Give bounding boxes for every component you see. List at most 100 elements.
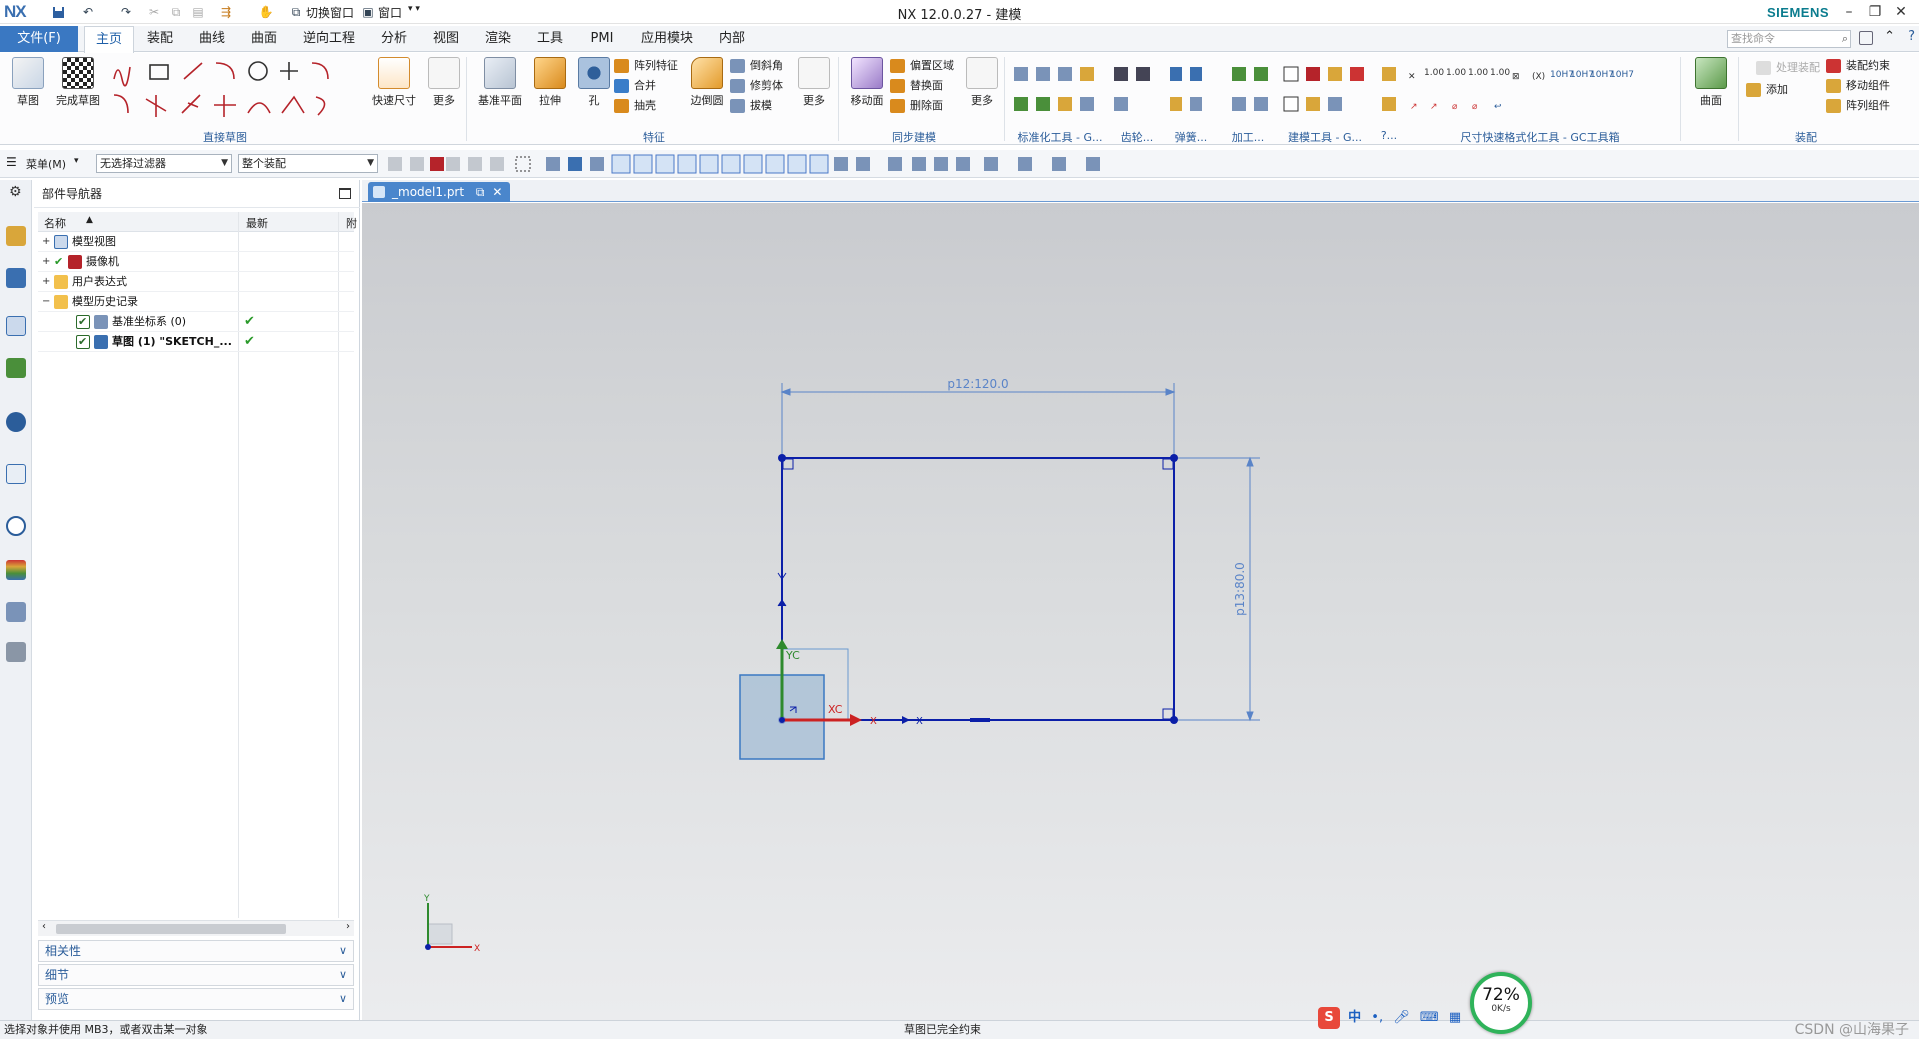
tab-reverse-engineering[interactable]: 逆向工程 xyxy=(296,26,362,52)
selection-scope-dropdown[interactable]: 整个装配 ▼ xyxy=(238,154,378,173)
repeat-command-icon[interactable]: ⇶ xyxy=(218,4,234,20)
panel-dependencies[interactable]: 相关性 ∨ xyxy=(38,940,354,962)
sort-up-icon[interactable]: ▲ xyxy=(86,215,93,225)
restore-icon[interactable]: ❐ xyxy=(1863,2,1887,22)
tab-curve[interactable]: 曲线 xyxy=(190,26,234,52)
document-tab[interactable]: _model1.prt ⧉ ✕ xyxy=(368,182,511,202)
microphone-icon[interactable]: 🎤︎ xyxy=(1393,1010,1410,1025)
keyboard-icon[interactable]: ⌨︎ xyxy=(1420,1010,1439,1025)
hd3d-tools-icon[interactable] xyxy=(6,412,26,432)
sketch-more-button[interactable]: 更多 xyxy=(424,57,464,108)
close-icon[interactable]: ✕ xyxy=(1889,2,1913,22)
assembly-constraint-button[interactable]: 装配约束 xyxy=(1826,57,1890,75)
checkbox[interactable]: ✔ xyxy=(76,315,90,329)
ime-toolbar[interactable]: S 中 •, 🎤︎ ⌨︎ ▦ xyxy=(1318,1006,1461,1034)
switch-window-icon[interactable]: ⧉ xyxy=(288,4,304,20)
part-navigator-icon[interactable] xyxy=(6,316,26,336)
shell-button[interactable]: 抽壳 xyxy=(614,97,656,115)
gc-toolbox-icons[interactable]: ✕ 1.00 1.00 1.00 1.00 ⊠ (X) 10H7 10H7 10H7 10H7 ↗… xyxy=(1010,63,1670,123)
datum-csys[interactable] xyxy=(739,639,862,760)
horizontal-scrollbar[interactable]: ‹ › xyxy=(38,920,354,936)
tab-tools[interactable]: 工具 xyxy=(528,26,572,52)
quick-access-dropdown-icon[interactable]: ▾ ▾ xyxy=(408,4,420,14)
tree-row-model-history[interactable]: − 模型历史记录 xyxy=(38,292,354,312)
replace-face-button[interactable]: 替换面 xyxy=(890,77,943,95)
chamfer-button[interactable]: 倒斜角 xyxy=(730,57,783,75)
pin-icon[interactable]: ⧉ xyxy=(476,185,485,199)
window-icon[interactable]: ▣ xyxy=(360,4,376,20)
column-header-latest[interactable]: 最新 xyxy=(246,215,268,231)
pattern-component-button[interactable]: 阵列组件 xyxy=(1826,97,1890,115)
tree-row-user-expressions[interactable]: + 用户表达式 xyxy=(38,272,354,292)
tab-application[interactable]: 应用模块 xyxy=(632,26,702,52)
panel-details[interactable]: 细节 ∨ xyxy=(38,964,354,986)
file-menu-button[interactable]: 文件(F) xyxy=(0,26,78,52)
tab-render[interactable]: 渲染 xyxy=(476,26,520,52)
reuse-library-icon[interactable] xyxy=(6,358,26,378)
quick-dimension-button[interactable]: 快速尺寸 xyxy=(364,57,424,108)
tree-row-sketch[interactable]: ✔ 草图 (1) "SKETCH_... ✔ xyxy=(38,332,354,352)
help-icon[interactable]: ? xyxy=(1908,29,1915,44)
collapse-ribbon-icon[interactable]: ⌃ xyxy=(1884,29,1895,44)
finish-sketch-button[interactable]: 完成草图 xyxy=(52,57,104,108)
tree-row-datum-csys[interactable]: ✔ 基准坐标系 (0) ✔ xyxy=(38,312,354,332)
close-tab-icon[interactable]: ✕ xyxy=(492,185,502,199)
tree-row-cameras[interactable]: + ✔ 摄像机 xyxy=(38,252,354,272)
save-icon[interactable] xyxy=(50,4,66,20)
datum-plane-button[interactable]: 基准平面 xyxy=(474,57,526,108)
add-component-button[interactable]: 添加 xyxy=(1746,81,1788,99)
window-menu-button[interactable]: 窗口 xyxy=(378,4,402,21)
feature-more-button[interactable]: 更多 xyxy=(794,57,834,108)
tab-home[interactable]: 主页 xyxy=(84,26,134,53)
roles-icon[interactable] xyxy=(6,642,26,662)
snap-and-selection-icons[interactable] xyxy=(386,154,1246,174)
surface-button[interactable]: 曲面 xyxy=(1688,57,1734,108)
menu-dropdown-icon[interactable]: ▾ xyxy=(74,156,79,166)
switch-window-button[interactable]: 切换窗口 xyxy=(306,4,354,21)
column-header-name[interactable]: 名称 xyxy=(44,215,66,231)
offset-region-button[interactable]: 偏置区域 xyxy=(890,57,954,75)
tab-internal[interactable]: 内部 xyxy=(710,26,754,52)
tree-row-model-views[interactable]: + 模型视图 xyxy=(38,232,354,252)
draft-button[interactable]: 拔模 xyxy=(730,97,772,115)
pattern-feature-button[interactable]: 阵列特征 xyxy=(614,57,678,75)
tab-pmi[interactable]: PMI xyxy=(580,26,624,52)
dimension-vertical-label[interactable]: p13:80.0 xyxy=(1233,562,1247,616)
history-icon[interactable] xyxy=(6,516,26,536)
command-search-input[interactable]: 查找命令 ⌕ xyxy=(1727,30,1851,48)
extrude-button[interactable]: 拉伸 xyxy=(528,57,572,108)
delete-face-button[interactable]: 删除面 xyxy=(890,97,943,115)
cut-icon[interactable]: ✂ xyxy=(146,4,162,20)
ime-language[interactable]: 中 xyxy=(1348,1010,1361,1025)
copy-icon[interactable]: ⧉ xyxy=(168,4,184,20)
sync-more-button[interactable]: 更多 xyxy=(962,57,1002,108)
scrollbar-thumb[interactable] xyxy=(56,924,286,934)
unite-button[interactable]: 合并 xyxy=(614,77,656,95)
view-triad[interactable] xyxy=(425,903,472,950)
sketch-canvas[interactable]: p12:120.0 p13:80.0 YC XC X X Y X xyxy=(362,203,1919,1020)
process-studio-icon[interactable] xyxy=(6,602,26,622)
graphics-window[interactable]: p12:120.0 p13:80.0 YC XC X X Y X xyxy=(362,203,1919,1020)
column-header-extra[interactable]: 附 xyxy=(346,215,357,231)
handle-assembly-button[interactable]: 处理装配 xyxy=(1756,59,1820,77)
tab-assembly[interactable]: 装配 xyxy=(138,26,182,52)
maximize-icon[interactable] xyxy=(339,188,351,199)
selection-filter-dropdown[interactable]: 无选择过滤器 ▼ xyxy=(96,154,232,173)
undo-icon[interactable]: ↶ xyxy=(80,4,96,20)
touch-mode-icon[interactable]: ✋ xyxy=(258,4,274,20)
dimension-horizontal-label[interactable]: p12:120.0 xyxy=(947,377,1008,391)
edge-blend-button[interactable]: 边倒圆 xyxy=(682,57,732,108)
apps-grid-icon[interactable]: ▦ xyxy=(1449,1010,1461,1025)
panel-preview[interactable]: 预览 ∨ xyxy=(38,988,354,1010)
scroll-right-icon[interactable]: › xyxy=(346,921,350,932)
web-browser-icon[interactable] xyxy=(6,464,26,484)
checkbox[interactable]: ✔ xyxy=(76,335,90,349)
resource-bar-settings-icon[interactable]: ⚙ xyxy=(9,184,22,200)
system-materials-icon[interactable] xyxy=(6,560,26,580)
performance-widget[interactable]: 72% 0K/s xyxy=(1470,972,1532,1034)
ribbon-options-icon[interactable] xyxy=(1859,31,1873,45)
sketch-button[interactable]: 草图 xyxy=(6,57,50,108)
constraint-navigator-icon[interactable] xyxy=(6,268,26,288)
tab-analysis[interactable]: 分析 xyxy=(372,26,416,52)
sketch-rectangle[interactable] xyxy=(777,454,1178,724)
